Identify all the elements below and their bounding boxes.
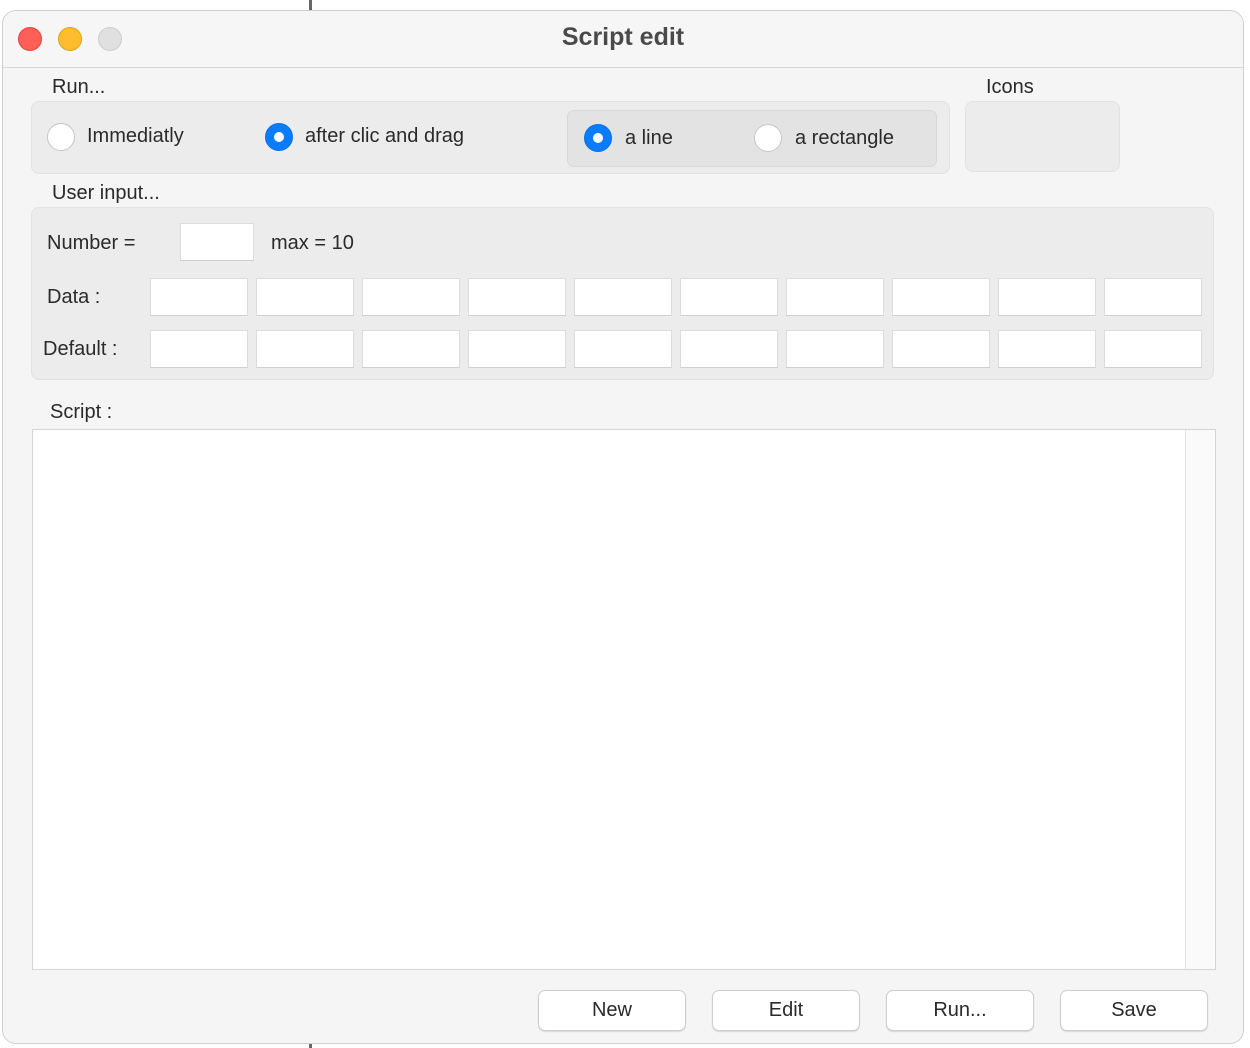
default-field-1[interactable] xyxy=(150,330,248,368)
data-field-6[interactable] xyxy=(680,278,778,316)
data-field-2[interactable] xyxy=(256,278,354,316)
radio-immediatly[interactable] xyxy=(47,123,75,151)
data-field-4[interactable] xyxy=(468,278,566,316)
title-bar[interactable]: Script edit xyxy=(3,11,1243,68)
icons-panel[interactable] xyxy=(965,101,1120,172)
new-button[interactable]: New xyxy=(538,990,686,1031)
data-field-3[interactable] xyxy=(362,278,460,316)
data-label: Data : xyxy=(47,286,101,308)
radio-a-line-label[interactable]: a line xyxy=(625,127,673,150)
default-field-7[interactable] xyxy=(786,330,884,368)
run-options-panel: Immediatly after clic and drag a line a … xyxy=(31,101,950,174)
window-title: Script edit xyxy=(561,23,685,51)
run-section-label: Run... xyxy=(52,76,106,98)
drag-shape-panel: a line a rectangle xyxy=(567,110,937,167)
default-field-5[interactable] xyxy=(574,330,672,368)
max-label: max = 10 xyxy=(271,232,354,254)
edit-button[interactable]: Edit xyxy=(712,990,860,1031)
default-field-4[interactable] xyxy=(468,330,566,368)
data-field-1[interactable] xyxy=(150,278,248,316)
data-field-10[interactable] xyxy=(1104,278,1202,316)
script-edit-window: Script edit Run... Immediatly after clic… xyxy=(2,10,1244,1044)
background-divider xyxy=(309,0,312,10)
radio-a-rectangle[interactable] xyxy=(754,124,782,152)
user-input-panel: Number = max = 10 Data : Default : xyxy=(31,207,1214,380)
radio-a-rectangle-label[interactable]: a rectangle xyxy=(795,127,894,150)
radio-immediatly-label[interactable]: Immediatly xyxy=(87,125,184,148)
default-label: Default : xyxy=(43,338,118,360)
default-field-2[interactable] xyxy=(256,330,354,368)
data-field-9[interactable] xyxy=(998,278,1096,316)
default-field-9[interactable] xyxy=(998,330,1096,368)
script-section-label: Script : xyxy=(50,401,113,423)
user-input-section-label: User input... xyxy=(52,182,160,204)
script-scrollbar[interactable] xyxy=(1185,430,1215,969)
radio-after-clic-and-drag[interactable] xyxy=(265,123,293,151)
radio-a-line[interactable] xyxy=(584,124,612,152)
number-label: Number = xyxy=(47,232,136,254)
save-button[interactable]: Save xyxy=(1060,990,1208,1031)
default-field-6[interactable] xyxy=(680,330,778,368)
default-field-8[interactable] xyxy=(892,330,990,368)
number-input[interactable] xyxy=(180,223,254,261)
data-field-5[interactable] xyxy=(574,278,672,316)
default-field-10[interactable] xyxy=(1104,330,1202,368)
data-field-8[interactable] xyxy=(892,278,990,316)
radio-after-clic-and-drag-label[interactable]: after clic and drag xyxy=(305,125,464,148)
icons-section-label: Icons xyxy=(986,76,1034,98)
run-button[interactable]: Run... xyxy=(886,990,1034,1031)
default-field-3[interactable] xyxy=(362,330,460,368)
script-editor[interactable] xyxy=(32,429,1216,970)
data-field-7[interactable] xyxy=(786,278,884,316)
